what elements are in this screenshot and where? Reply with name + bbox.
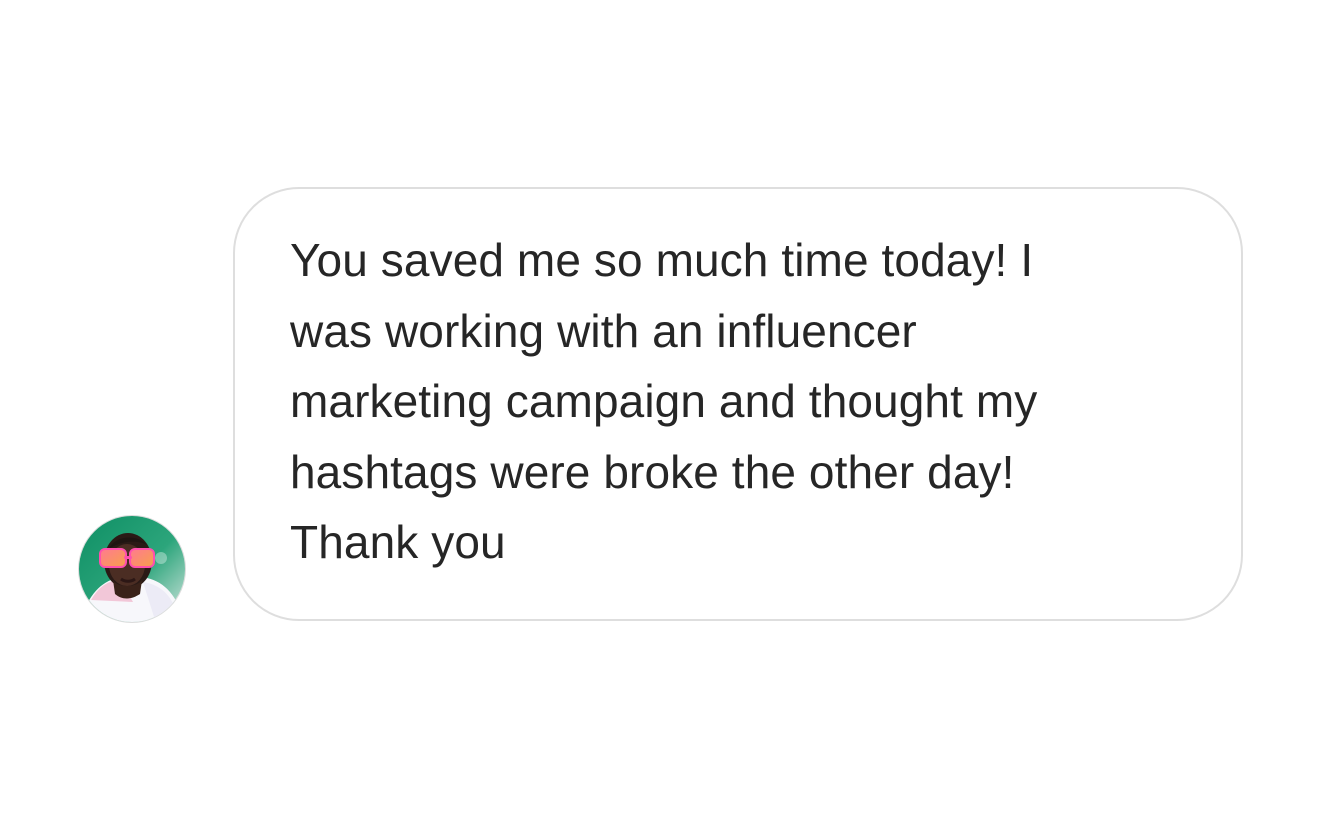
message-bubble[interactable]: You saved me so much time today! I was w…: [233, 187, 1243, 621]
sender-avatar[interactable]: [79, 516, 185, 622]
message-row: You saved me so much time today! I was w…: [0, 0, 1338, 826]
message-text: You saved me so much time today! I was w…: [290, 234, 1038, 568]
avatar-photo-icon: [79, 516, 185, 622]
